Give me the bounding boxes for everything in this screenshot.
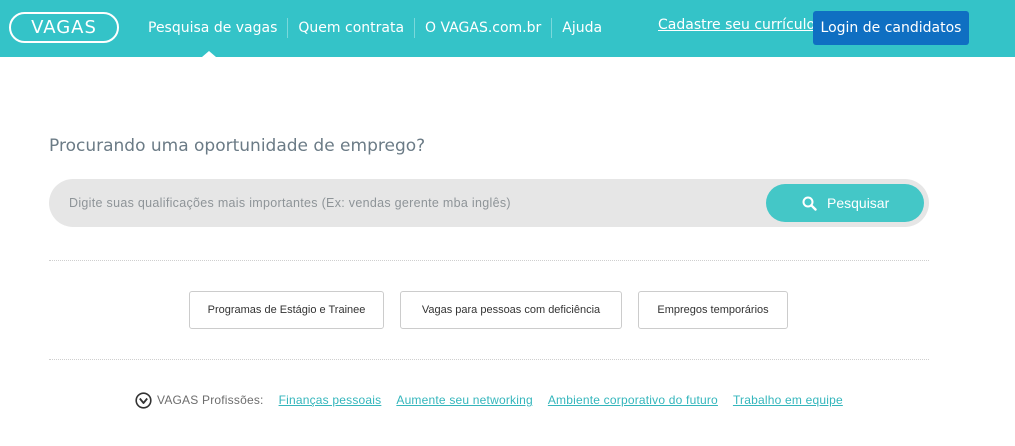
disability-jobs-button[interactable]: Vagas para pessoas com deficiência xyxy=(400,291,622,329)
nav-item-o-vagas[interactable]: O VAGAS.com.br xyxy=(414,18,551,38)
profession-link-equipe[interactable]: Trabalho em equipe xyxy=(733,393,843,407)
search-input[interactable]: Digite suas qualificações mais important… xyxy=(69,193,769,213)
temporary-jobs-button[interactable]: Empregos temporários xyxy=(638,291,788,329)
search-bar: Digite suas qualificações mais important… xyxy=(49,179,929,227)
search-button[interactable]: Pesquisar xyxy=(766,184,924,222)
logo-text: VAGAS xyxy=(31,17,97,38)
search-headline: Procurando uma oportunidade de emprego? xyxy=(49,136,426,156)
search-icon xyxy=(802,196,817,211)
divider xyxy=(49,359,929,360)
divider xyxy=(49,260,929,261)
login-button[interactable]: Login de candidatos xyxy=(813,11,969,45)
nav-item-pesquisa-de-vagas[interactable]: Pesquisa de vagas xyxy=(138,18,287,38)
nav-item-quem-contrata[interactable]: Quem contrata xyxy=(287,18,414,38)
signup-cv-link[interactable]: Cadastre seu currículo xyxy=(658,17,815,33)
profession-link-ambiente[interactable]: Ambiente corporativo do futuro xyxy=(548,393,718,407)
profession-link-networking[interactable]: Aumente seu networking xyxy=(396,393,532,407)
search-button-label: Pesquisar xyxy=(827,195,890,211)
vagas-check-icon xyxy=(135,391,152,409)
top-header: VAGAS Pesquisa de vagas Quem contrata O … xyxy=(0,0,1015,57)
professions-row: VAGAS Profissões: Finanças pessoais Aume… xyxy=(135,390,858,410)
internship-trainee-button[interactable]: Programas de Estágio e Trainee xyxy=(189,291,384,329)
main-nav: Pesquisa de vagas Quem contrata O VAGAS.… xyxy=(138,17,612,39)
nav-item-ajuda[interactable]: Ajuda xyxy=(551,18,612,38)
vagas-logo[interactable]: VAGAS xyxy=(9,12,119,43)
professions-label: VAGAS Profissões: xyxy=(157,393,264,407)
active-nav-caret xyxy=(202,51,216,57)
profession-link-financas[interactable]: Finanças pessoais xyxy=(279,393,382,407)
